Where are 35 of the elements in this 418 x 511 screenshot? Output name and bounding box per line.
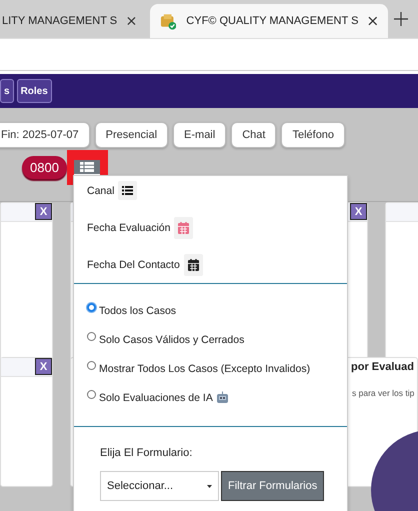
close-button[interactable]: X	[350, 203, 367, 220]
filter-forms-button[interactable]: Filtrar Formularios	[221, 471, 324, 501]
radio-label: Mostrar Todos Los Casos (Excepto Invalidos)	[99, 362, 310, 374]
nav-button[interactable]: Roles	[16, 79, 52, 103]
filter-button[interactable]: Teléfono	[281, 122, 346, 148]
form-label: Elija El Formulario:	[99, 446, 194, 459]
browser-tab[interactable]: CYF© QUALITY MANAGEMENT S	[150, 4, 388, 38]
sort-option[interactable]: Canal	[87, 184, 114, 196]
radio-button[interactable]	[87, 390, 96, 399]
sort-option[interactable]: Fecha Del Contacto	[87, 258, 180, 270]
radio-button[interactable]	[87, 303, 96, 312]
close-icon	[368, 16, 378, 26]
channel-badge[interactable]: 0800	[22, 156, 67, 178]
filter-button[interactable]: E-mail	[173, 122, 226, 148]
close-button[interactable]: X	[35, 203, 52, 220]
radio-label: Todos los Casos	[99, 304, 176, 316]
card-text: s para ver los tip	[352, 388, 416, 398]
card-title: por Evaluad	[351, 360, 415, 375]
radio-button[interactable]	[87, 332, 96, 341]
box-icon	[160, 12, 176, 30]
radio-button[interactable]	[87, 361, 96, 370]
close-icon	[127, 16, 136, 26]
nav-button[interactable]: s	[0, 79, 14, 103]
caret-icon	[207, 484, 212, 488]
radio-label: Solo Evaluaciones de IA	[99, 392, 213, 404]
form-select[interactable]: Seleccionar...	[100, 471, 219, 501]
filter-button[interactable]: Chat	[231, 122, 276, 148]
sort-option[interactable]: Fecha Evaluación	[87, 222, 170, 234]
filter-button[interactable]: Presencial	[94, 122, 168, 148]
close-button[interactable]: X	[35, 358, 52, 375]
filter-button[interactable]: Fin: 2025-07-07	[0, 122, 90, 148]
radio-label: Solo Casos Válidos y Cerrados	[99, 334, 244, 346]
browser-tab[interactable]: LITY MANAGEMENT S	[0, 4, 146, 38]
robot-icon	[216, 391, 229, 404]
table-icon	[80, 162, 94, 172]
